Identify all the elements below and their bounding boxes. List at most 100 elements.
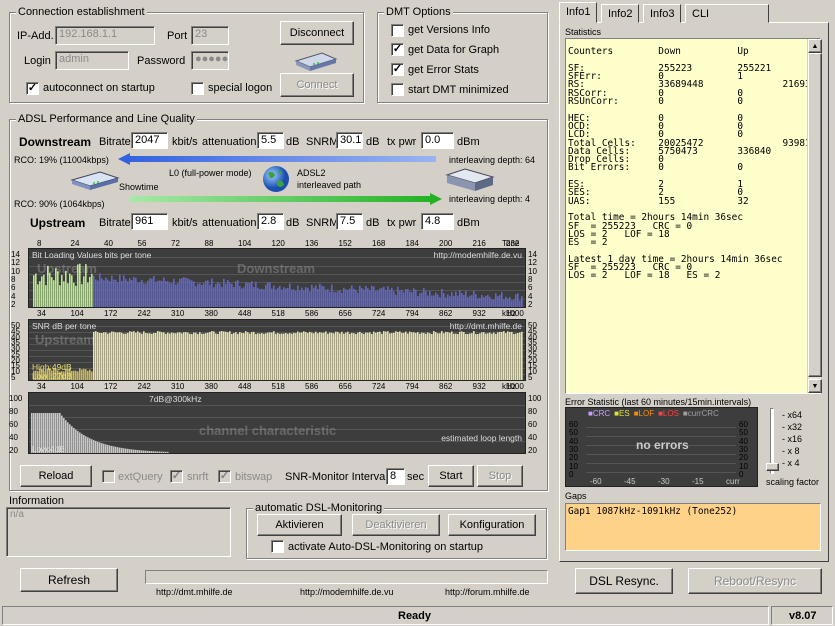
auto-startup-checkbox[interactable] <box>271 540 284 553</box>
tab-cli[interactable]: CLI <box>685 4 769 23</box>
statistics-scrollbar[interactable]: ▲ ▼ <box>807 39 822 393</box>
char-bar <box>165 451 167 453</box>
bit-bar <box>109 281 111 307</box>
login-input[interactable]: admin <box>55 51 129 70</box>
scroll-down-icon[interactable]: ▼ <box>808 379 822 393</box>
version-panel: v8.07 <box>771 606 833 625</box>
ds-bitrate-label: Bitrate <box>99 136 131 148</box>
tab-info3[interactable]: Info3 <box>643 4 682 23</box>
tab-info2[interactable]: Info2 <box>601 4 640 23</box>
link-forum[interactable]: http://forum.mhilfe.de <box>445 587 530 597</box>
scroll-thumb[interactable] <box>808 53 822 377</box>
ds-snrm-field[interactable]: 30.1 <box>336 132 363 149</box>
versions-info-checkbox[interactable] <box>391 24 404 37</box>
snr-bar <box>517 333 519 380</box>
tone-tick: 104 <box>238 239 252 248</box>
ds-bitrate-field[interactable]: 2047 <box>131 132 168 149</box>
activate-button[interactable]: Aktivieren <box>257 514 342 536</box>
char-bar <box>105 444 107 453</box>
connection-title: Connection establishment <box>16 6 147 18</box>
scaling-slider-thumb[interactable] <box>766 463 779 471</box>
snr-y-tick: 5 <box>11 373 16 382</box>
reload-button[interactable]: Reload <box>20 465 92 487</box>
zoom-label: - x64 <box>782 410 803 420</box>
password-input[interactable]: ●●●●● <box>191 51 229 70</box>
bit-bar <box>223 278 225 307</box>
khz-tick: 380 <box>204 382 218 391</box>
statistics-box: Counters Down Up SF: 255223 255221 SFErr… <box>565 38 821 394</box>
ds-atten-unit: dB <box>286 136 300 148</box>
snr-bar <box>483 332 485 380</box>
special-logon-checkbox[interactable] <box>191 82 204 95</box>
snr-bar <box>405 331 407 380</box>
version-text: v8.07 <box>789 610 817 622</box>
graph-data-checkbox[interactable]: ✓ <box>391 43 404 56</box>
bit-bar <box>69 273 71 307</box>
char-bar <box>143 450 145 453</box>
scroll-up-icon[interactable]: ▲ <box>808 39 822 53</box>
link-dmt[interactable]: http://dmt.mhilfe.de <box>156 587 233 597</box>
bit-bar <box>33 275 35 307</box>
char-bar <box>121 447 123 453</box>
bit-bar <box>237 280 239 307</box>
dsl-resync-button[interactable]: DSL Resync. <box>575 568 673 594</box>
ip-input[interactable]: 192.168.1.1 <box>55 26 155 45</box>
snr-bar <box>433 331 435 380</box>
deactivate-button[interactable]: Deaktivieren <box>352 514 440 536</box>
char-watermark: channel characteristic <box>199 423 337 438</box>
bit-bar <box>277 287 279 307</box>
snr-bar <box>369 332 371 380</box>
snr-bar <box>83 368 85 380</box>
refresh-button[interactable]: Refresh <box>20 568 118 592</box>
snr-bar <box>253 331 255 380</box>
ds-atten-field[interactable]: 5.5 <box>257 132 284 149</box>
err-grid-line <box>586 436 736 437</box>
connect-button[interactable]: Connect <box>280 73 354 97</box>
bit-bar <box>269 282 271 307</box>
start-minimized-checkbox[interactable] <box>391 83 404 96</box>
us-txpwr-field[interactable]: 4.8 <box>421 213 454 230</box>
char-bar <box>101 443 103 453</box>
char-bar <box>97 441 99 453</box>
bit-bar <box>149 278 151 307</box>
snr-bar <box>153 332 155 380</box>
char-bar <box>163 451 165 453</box>
snr-bar <box>473 331 475 380</box>
disconnect-button[interactable]: Disconnect <box>280 21 354 45</box>
configuration-button[interactable]: Konfiguration <box>448 514 536 536</box>
start-button[interactable]: Start <box>428 465 474 487</box>
zoom-labels: - x64 - x32 - x16 - x 8 - x 4 <box>782 410 822 476</box>
bit-bar <box>137 282 139 307</box>
autoconnect-checkbox[interactable]: ✓ <box>26 82 39 95</box>
bit-bar <box>227 280 229 307</box>
reboot-resync-button[interactable]: Reboot/Resync <box>688 568 822 594</box>
bit-bar <box>381 287 383 307</box>
us-snrm-field[interactable]: 7.5 <box>336 213 363 230</box>
bit-bar <box>215 284 217 307</box>
snrft-checkbox[interactable]: ✓ <box>170 470 183 483</box>
tab-info1[interactable]: Info1 <box>559 2 598 23</box>
port-input[interactable]: 23 <box>191 26 229 45</box>
bitswap-checkbox[interactable]: ✓ <box>218 470 231 483</box>
snr-bar <box>89 369 91 380</box>
char-low: Low:4dB <box>32 444 66 454</box>
bit-bar <box>51 277 53 307</box>
snr-bar <box>183 332 185 380</box>
snr-interval-field[interactable]: 8 <box>386 468 405 485</box>
ds-txpwr-field[interactable]: 0.0 <box>421 132 454 149</box>
bit-bar <box>461 293 463 307</box>
link-modemhilfe[interactable]: http://modemhilfe.de.vu <box>300 587 394 597</box>
khz-tick: kHz <box>502 309 516 318</box>
bit-bar <box>37 284 39 307</box>
snr-bar <box>327 333 329 380</box>
snr-bar <box>507 331 509 380</box>
error-stats-checkbox[interactable]: ✓ <box>391 63 404 76</box>
khz-tick: 172 <box>104 382 118 391</box>
us-atten-field[interactable]: 2.8 <box>257 213 284 230</box>
us-bitrate-field[interactable]: 961 <box>131 213 168 230</box>
extquery-checkbox[interactable] <box>102 470 115 483</box>
stop-button[interactable]: Stop <box>477 465 523 487</box>
bit-bar <box>383 286 385 307</box>
snr-bar <box>139 332 141 380</box>
bit-bar <box>401 289 403 307</box>
